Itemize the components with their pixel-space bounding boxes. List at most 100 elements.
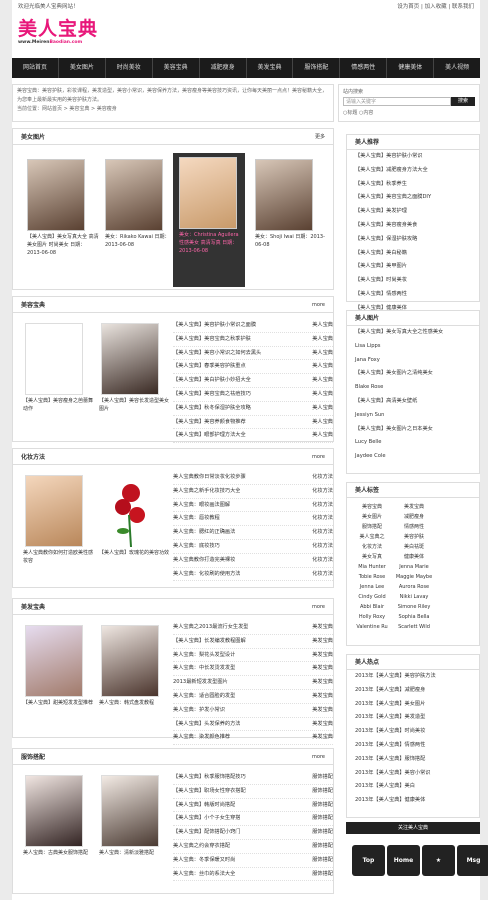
list-item[interactable]: 【美人宝典】美容护肤小常识之面膜 美人宝典 [173, 319, 333, 333]
list-item[interactable]: 【美人宝典】美白护肤小妙招大全 美人宝典 [173, 374, 333, 388]
list-item[interactable]: 【美人宝典】头发保养的方法 美发宝典 [173, 718, 333, 732]
article-title[interactable]: 【美人宝典】美容宝典之祛痘技巧 [173, 388, 251, 401]
search-input[interactable]: 请输入关键字 [343, 97, 451, 106]
tag-link[interactable]: 美容宝典 [351, 502, 393, 512]
list-item[interactable]: 美人宝典：底妆技巧 化妆方法 [173, 540, 333, 554]
article-title[interactable]: 美人宝典教你日常淡妆化妆步骤 [173, 471, 246, 484]
sidebar-link[interactable]: 2013年【美人宝典】美容护肤方法 [347, 670, 479, 684]
tag-link[interactable]: 美人宝典之 [351, 532, 393, 542]
list-item[interactable]: 美人宝典：中长发烫发发型 美发宝典 [173, 662, 333, 677]
tag-link[interactable]: 美容护肤 [393, 532, 435, 542]
list-item[interactable]: 【美人宝典】美容宝典之祛痘技巧 美人宝典 [173, 388, 333, 402]
list-item[interactable]: 美人宝典之新手化妆技巧大全 化妆方法 [173, 485, 333, 499]
article-title[interactable]: 美人宝典：染发颜色推荐 [173, 731, 230, 744]
tag-link[interactable]: Abbi Blair [351, 602, 393, 612]
list-item[interactable]: 美人宝典教你打造完美裸妆 化妆方法 [173, 554, 333, 568]
list-item[interactable]: 【美人宝典】长发编发教程图解 美发宝典 [173, 635, 333, 649]
list-item[interactable]: 美人宝典：染发颜色推荐 美发宝典 [173, 731, 333, 746]
list-item[interactable]: 【美人宝典】韩版时尚搭配 服饰搭配 [173, 799, 333, 813]
sidebar-link[interactable]: 2013年【美人宝典】情感两性 [347, 739, 479, 753]
sidebar-link[interactable]: 【美人宝典】美容宝典之面膜DIY [347, 191, 479, 205]
article-title[interactable]: 【美人宝典】小个子女生穿搭 [173, 812, 240, 825]
tag-link[interactable]: Valentine Ru [351, 622, 393, 632]
sidebar-link[interactable]: 2013年【美人宝典】美发造型 [347, 711, 479, 725]
sidebar-link[interactable]: Jessiyn Sun [347, 409, 479, 423]
more-link[interactable]: more [312, 754, 325, 760]
list-item[interactable]: 美人宝典教你日常淡妆化妆步骤 化妆方法 [173, 471, 333, 485]
float-button[interactable]: Top [352, 845, 385, 876]
photo[interactable] [25, 775, 83, 847]
photo[interactable] [25, 475, 83, 547]
list-item[interactable]: 【美人宝典】眼部护理方法大全 美人宝典 [173, 429, 333, 444]
article-title[interactable]: 美人宝典：丝巾的系法大全 [173, 868, 235, 881]
photo[interactable] [101, 625, 159, 697]
article-title[interactable]: 【美人宝典】配饰搭配小窍门 [173, 826, 240, 839]
tag-link[interactable]: Simone Riley [393, 602, 435, 612]
article-title[interactable]: 【美人宝典】美容小常识之如何去黑头 [173, 347, 261, 360]
photo[interactable] [101, 323, 159, 395]
sidebar-link[interactable]: 【美人宝典】减肥瘦身方法大全 [347, 164, 479, 178]
sidebar-link[interactable]: 【美人宝典】美甲图片 [347, 260, 479, 274]
nav-item[interactable]: 健康美体 [387, 58, 435, 78]
article-title[interactable]: 【美人宝典】职场女性穿衣搭配 [173, 785, 246, 798]
list-item[interactable]: 美人宝典：适合圆脸的发型 美发宝典 [173, 690, 333, 704]
search-button[interactable]: 搜索 [451, 97, 475, 106]
article-title[interactable]: 美人宝典：底妆技巧 [173, 540, 220, 553]
breadcrumb[interactable]: 当前位置：网站首页 > 美容宝典 > 美容瘦身 [17, 105, 329, 114]
article-title[interactable]: 美人宝典之2013最流行女生发型 [173, 621, 248, 634]
sidebar-link[interactable]: 【美人宝典】美女写真大全之性感美女 [347, 326, 479, 340]
sidebar-link[interactable]: 【美人宝典】美发护理 [347, 205, 479, 219]
sidebar-link[interactable]: Jana Foxy [347, 354, 479, 368]
tag-link[interactable]: 化妆方法 [351, 542, 393, 552]
follow-bar[interactable]: 关注美人宝典 [346, 822, 480, 834]
article-title[interactable]: 【美人宝典】春季美容护肤重点 [173, 360, 246, 373]
article-title[interactable]: 美人宝典：腮红的正确画法 [173, 526, 235, 539]
picture-card[interactable]: 美女：Shoji Iwai 日期：2013-06-08 [255, 159, 327, 249]
list-item[interactable]: 美人宝典之2013最流行女生发型 美发宝典 [173, 621, 333, 635]
article-title[interactable]: 【美人宝典】眼部护理方法大全 [173, 429, 246, 442]
article-title[interactable]: 美人宝典：冬季保暖又时尚 [173, 854, 235, 867]
nav-item[interactable]: 时尚美妆 [106, 58, 153, 78]
article-title[interactable]: 2013最新短发发型图片 [173, 676, 228, 689]
photo[interactable] [101, 775, 159, 847]
article-title[interactable]: 美人宝典：梨花头发型设计 [173, 649, 235, 662]
more-link[interactable]: more [312, 604, 325, 610]
tag-link[interactable]: Mia Hunter [351, 562, 393, 572]
article-title[interactable]: 美人宝典教你打造完美裸妆 [173, 554, 235, 567]
list-item[interactable]: 【美人宝典】配饰搭配小窍门 服饰搭配 [173, 826, 333, 840]
sidebar-link[interactable]: 【美人宝典】保湿护肤攻略 [347, 233, 479, 247]
tag-link[interactable]: Maggie Maybe [393, 572, 435, 582]
list-item[interactable]: 美人宝典：护发小常识 美发宝典 [173, 704, 333, 718]
sidebar-link[interactable]: 2013年【美人宝典】服饰搭配 [347, 753, 479, 767]
article-title[interactable]: 【美人宝典】美白护肤小妙招大全 [173, 374, 251, 387]
tag-link[interactable]: 健康美体 [393, 552, 435, 562]
tag-link[interactable]: 美女写真 [351, 552, 393, 562]
article-title[interactable]: 【美人宝典】美容护肤小常识之面膜 [173, 319, 256, 332]
article-title[interactable]: 【美人宝典】头发保养的方法 [173, 718, 240, 731]
list-item[interactable]: 美人宝典：唇妆教程 化妆方法 [173, 512, 333, 527]
article-title[interactable]: 美人宝典：眼妆画法图解 [173, 499, 230, 512]
sidebar-link[interactable]: Lucy Belle [347, 436, 479, 450]
article-title[interactable]: 【美人宝典】秋冬保湿护肤全攻略 [173, 402, 251, 415]
search-options[interactable]: ○标题 ○内容 [343, 109, 475, 116]
tag-link[interactable]: Holly Roxy [351, 612, 393, 622]
list-item[interactable]: 美人宝典：丝巾的系法大全 服饰搭配 [173, 868, 333, 882]
top-links[interactable]: 设为首页 | 加入收藏 | 联系我们 [397, 2, 474, 10]
tag-link[interactable]: Jenna Lee [351, 582, 393, 592]
tag-link[interactable]: Tobie Rose [351, 572, 393, 582]
sidebar-link[interactable]: 2013年【美人宝典】时尚美妆 [347, 725, 479, 739]
picture-card-highlight[interactable]: 美女：Christina Aguilera 性感美女 高清写真 日期：2013-… [173, 153, 245, 287]
tag-link[interactable]: 美发宝典 [393, 502, 435, 512]
ballet-image[interactable] [25, 323, 83, 395]
nav-item[interactable]: 美女图片 [59, 58, 106, 78]
list-item[interactable]: 【美人宝典】春季美容护肤重点 美人宝典 [173, 360, 333, 375]
article-title[interactable]: 美人宝典：护发小常识 [173, 704, 225, 717]
list-item[interactable]: 2013最新短发发型图片 美发宝典 [173, 676, 333, 690]
tag-link[interactable]: 美女图片 [351, 512, 393, 522]
tag-link[interactable]: Scarlett Wild [393, 622, 435, 632]
nav-item[interactable]: 减肥瘦身 [200, 58, 247, 78]
float-button[interactable]: Home [387, 845, 420, 876]
tag-link[interactable]: 服饰搭配 [351, 522, 393, 532]
tag-link[interactable]: 减肥瘦身 [393, 512, 435, 522]
sidebar-link[interactable]: 【美人宝典】高清美女壁纸 [347, 395, 479, 409]
